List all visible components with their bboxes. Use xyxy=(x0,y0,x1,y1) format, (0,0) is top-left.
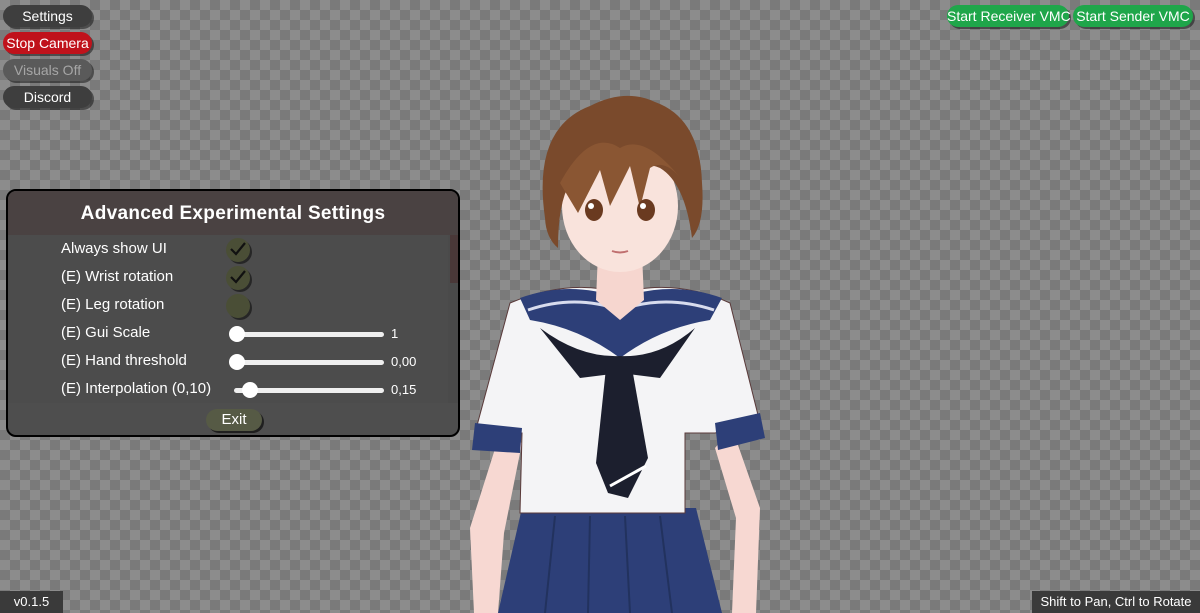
setting-label: (E) Wrist rotation xyxy=(61,268,174,285)
panel-title: Advanced Experimental Settings xyxy=(8,191,458,235)
exit-button[interactable]: Exit xyxy=(206,409,262,431)
gui-scale-value: 1 xyxy=(391,326,399,341)
interpolation-value: 0,15 xyxy=(391,382,417,397)
slider-knob[interactable] xyxy=(229,354,245,370)
checkmark-icon xyxy=(230,270,246,284)
setting-row-wrist-rotation: (E) Wrist rotation xyxy=(8,263,448,291)
setting-label: (E) Hand threshold xyxy=(61,352,187,369)
always-show-ui-checkbox[interactable] xyxy=(226,238,250,262)
hand-threshold-slider[interactable] xyxy=(234,360,384,365)
visuals-off-button[interactable]: Visuals Off xyxy=(3,59,92,81)
slider-knob[interactable] xyxy=(242,382,259,398)
panel-scrollbar-thumb[interactable] xyxy=(450,235,458,283)
setting-row-gui-scale: (E) Gui Scale 1 xyxy=(8,319,448,347)
settings-button[interactable]: Settings xyxy=(3,5,92,27)
setting-label: (E) Gui Scale xyxy=(61,324,151,341)
setting-label: (E) Interpolation (0,10) xyxy=(61,380,212,397)
stop-camera-button[interactable]: Stop Camera xyxy=(3,32,92,54)
start-receiver-vmc-button[interactable]: Start Receiver VMC xyxy=(947,5,1071,27)
leg-rotation-checkbox[interactable] xyxy=(226,294,250,318)
avatar-character xyxy=(470,95,765,613)
setting-row-leg-rotation: (E) Leg rotation xyxy=(8,291,448,319)
wrist-rotation-checkbox[interactable] xyxy=(226,266,250,290)
advanced-settings-panel: Advanced Experimental Settings Always sh… xyxy=(6,189,460,437)
setting-label: (E) Leg rotation xyxy=(61,296,165,313)
setting-row-interpolation: (E) Interpolation (0,10) 0,15 xyxy=(8,375,448,403)
setting-row-hand-threshold: (E) Hand threshold 0,00 xyxy=(8,347,448,375)
gui-scale-slider[interactable] xyxy=(234,332,384,337)
version-label: v0.1.5 xyxy=(0,591,63,613)
controls-hint: Shift to Pan, Ctrl to Rotate xyxy=(1032,591,1200,613)
hand-threshold-value: 0,00 xyxy=(391,354,417,369)
setting-row-always-show-ui: Always show UI xyxy=(8,235,448,263)
slider-knob[interactable] xyxy=(229,326,245,342)
checkmark-icon xyxy=(230,242,246,256)
settings-list: Always show UI (E) Wrist rotation (E) Le… xyxy=(8,235,448,403)
discord-button[interactable]: Discord xyxy=(3,86,92,108)
start-sender-vmc-button[interactable]: Start Sender VMC xyxy=(1073,5,1193,27)
setting-label: Always show UI xyxy=(61,240,167,257)
